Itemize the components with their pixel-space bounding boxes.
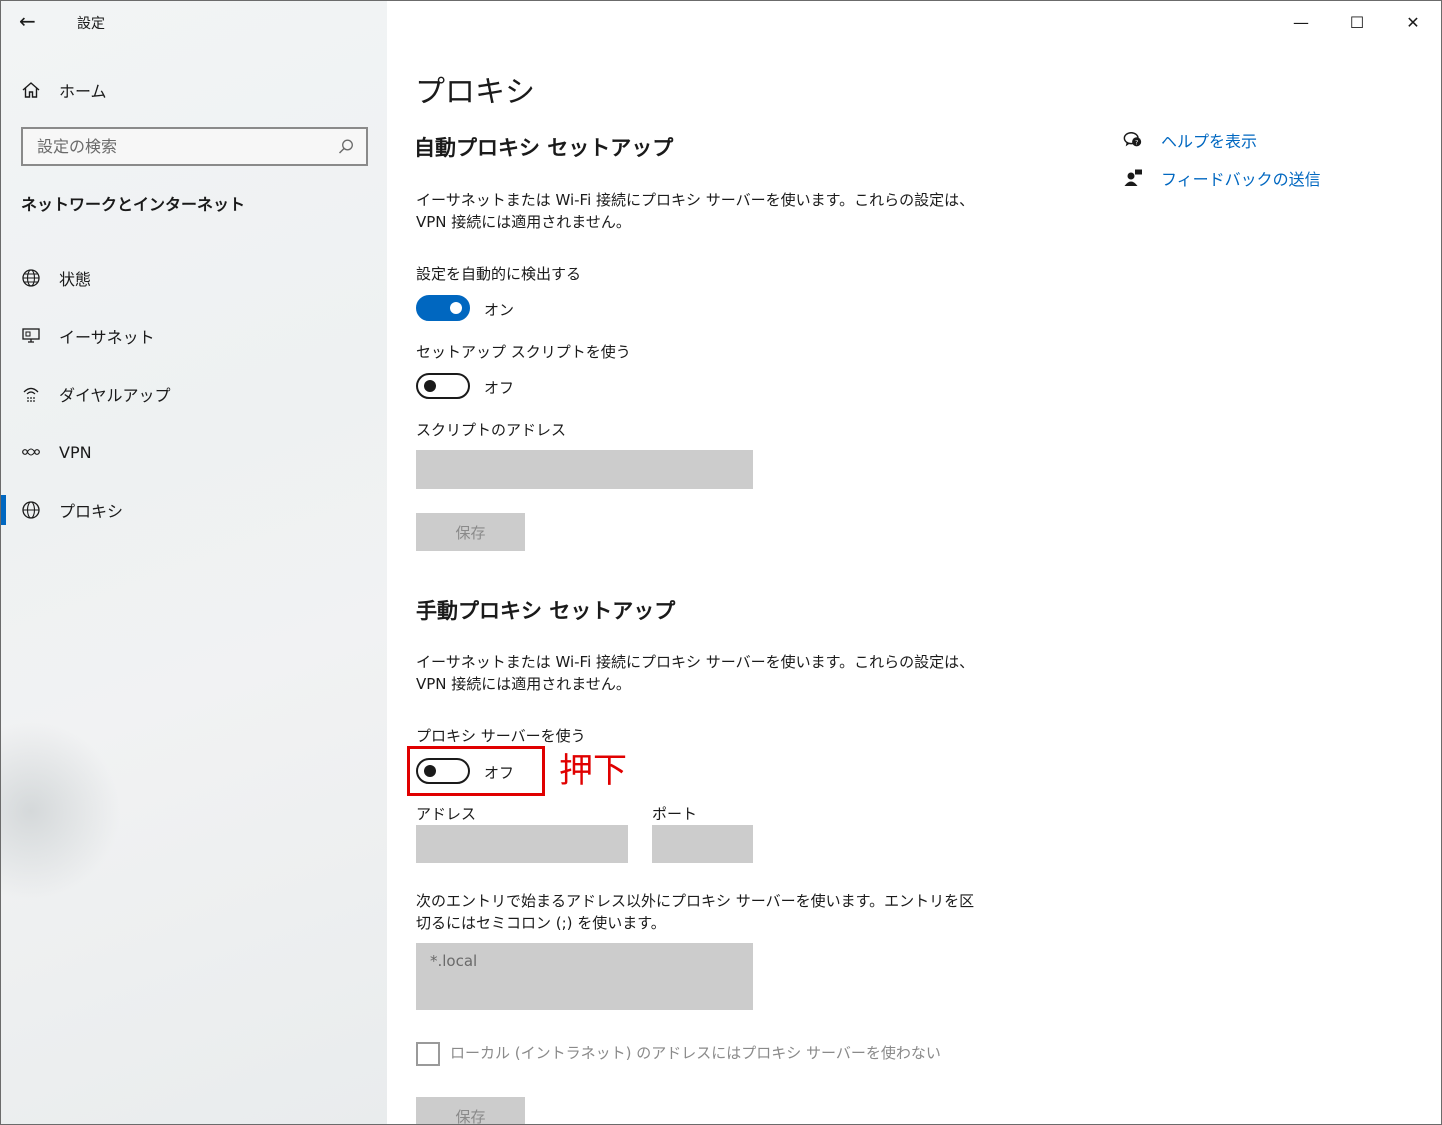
setup-script-toggle[interactable] bbox=[416, 373, 470, 399]
minimize-icon[interactable]: — bbox=[1273, 7, 1329, 37]
ethernet-monitor-icon bbox=[21, 326, 41, 346]
toggle-knob bbox=[424, 380, 436, 392]
toggle-knob bbox=[450, 302, 462, 314]
sidebar-item-vpn[interactable]: VPN bbox=[1, 423, 387, 481]
show-help-link[interactable]: ヘルプを表示 bbox=[1161, 128, 1257, 152]
port-label: ポート bbox=[652, 805, 698, 823]
globe-status-icon bbox=[21, 268, 41, 288]
help-link-row[interactable]: ? ヘルプを表示 bbox=[1123, 121, 1321, 159]
window-controls: — ☐ ✕ bbox=[1273, 7, 1441, 37]
annotation-press-note: 押下 bbox=[559, 751, 627, 791]
address-input[interactable] bbox=[416, 825, 628, 863]
setup-script-label: セットアップ スクリプトを使う bbox=[416, 343, 631, 361]
auto-detect-state: オン bbox=[484, 301, 515, 319]
sidebar-item-status[interactable]: 状態 bbox=[1, 249, 387, 307]
manual-save-button[interactable]: 保存 bbox=[416, 1097, 525, 1124]
home-label: ホーム bbox=[59, 82, 107, 101]
sidebar-item-label: プロキシ bbox=[59, 502, 124, 521]
setup-script-state: オフ bbox=[484, 379, 515, 397]
sidebar-item-label: ダイヤルアップ bbox=[59, 386, 171, 405]
auto-proxy-description: イーサネットまたは Wi-Fi 接続にプロキシ サーバーを使います。これらの設定… bbox=[416, 191, 975, 231]
help-panel: ? ヘルプを表示 フィードバックの送信 bbox=[1123, 121, 1321, 197]
settings-window: ← 設定 ホーム ネットワークとインターネット 状態 bbox=[0, 0, 1442, 1125]
sidebar-item-home[interactable]: ホーム bbox=[21, 77, 107, 103]
close-icon[interactable]: ✕ bbox=[1385, 7, 1441, 37]
sidebar-item-ethernet[interactable]: イーサネット bbox=[1, 307, 387, 365]
sidebar-item-label: 状態 bbox=[59, 270, 92, 289]
search-input[interactable] bbox=[37, 137, 336, 156]
sidebar-item-label: イーサネット bbox=[59, 328, 155, 347]
manual-proxy-description: イーサネットまたは Wi-Fi 接続にプロキシ サーバーを使います。これらの設定… bbox=[416, 653, 975, 693]
globe-icon bbox=[21, 500, 41, 520]
sidebar: ← 設定 ホーム ネットワークとインターネット 状態 bbox=[1, 1, 387, 1124]
feedback-person-icon bbox=[1123, 168, 1143, 188]
sidebar-nav: 状態 イーサネット ダイヤルアップ VPN プロキシ bbox=[1, 249, 387, 539]
auto-save-button[interactable]: 保存 bbox=[416, 513, 525, 551]
app-title: 設定 bbox=[77, 16, 105, 32]
feedback-link-row[interactable]: フィードバックの送信 bbox=[1123, 159, 1321, 197]
vpn-icon bbox=[21, 442, 41, 462]
local-bypass-checkbox[interactable] bbox=[416, 1042, 440, 1066]
search-icon[interactable] bbox=[336, 137, 356, 157]
sidebar-section-title: ネットワークとインターネット bbox=[21, 195, 246, 214]
sidebar-item-proxy[interactable]: プロキシ bbox=[1, 481, 387, 539]
auto-proxy-heading: 自動プロキシ セットアップ bbox=[414, 136, 674, 160]
sidebar-item-dialup[interactable]: ダイヤルアップ bbox=[1, 365, 387, 423]
manual-proxy-heading: 手動プロキシ セットアップ bbox=[416, 599, 676, 623]
script-address-label: スクリプトのアドレス bbox=[416, 421, 567, 439]
page-title: プロキシ bbox=[415, 75, 535, 110]
svg-text:?: ? bbox=[1135, 140, 1138, 147]
back-arrow-icon[interactable]: ← bbox=[19, 9, 45, 35]
dialup-icon bbox=[21, 384, 41, 404]
script-address-input[interactable] bbox=[416, 450, 753, 489]
auto-detect-label: 設定を自動的に検出する bbox=[416, 265, 582, 283]
search-box[interactable] bbox=[21, 127, 368, 166]
send-feedback-link[interactable]: フィードバックの送信 bbox=[1161, 166, 1321, 190]
auto-detect-toggle[interactable] bbox=[416, 295, 470, 321]
help-chat-icon: ? bbox=[1123, 130, 1143, 150]
address-label: アドレス bbox=[416, 805, 477, 823]
annotation-highlight-box bbox=[407, 746, 545, 796]
home-icon bbox=[21, 80, 41, 100]
exceptions-value: *.local bbox=[430, 952, 478, 970]
local-bypass-label: ローカル (イントラネット) のアドレスにはプロキシ サーバーを使わない bbox=[450, 1044, 941, 1062]
exceptions-description: 次のエントリで始まるアドレス以外にプロキシ サーバーを使います。エントリを区切る… bbox=[416, 892, 975, 932]
port-input[interactable] bbox=[652, 825, 753, 863]
sidebar-item-label: VPN bbox=[59, 442, 92, 462]
maximize-icon[interactable]: ☐ bbox=[1329, 7, 1385, 37]
